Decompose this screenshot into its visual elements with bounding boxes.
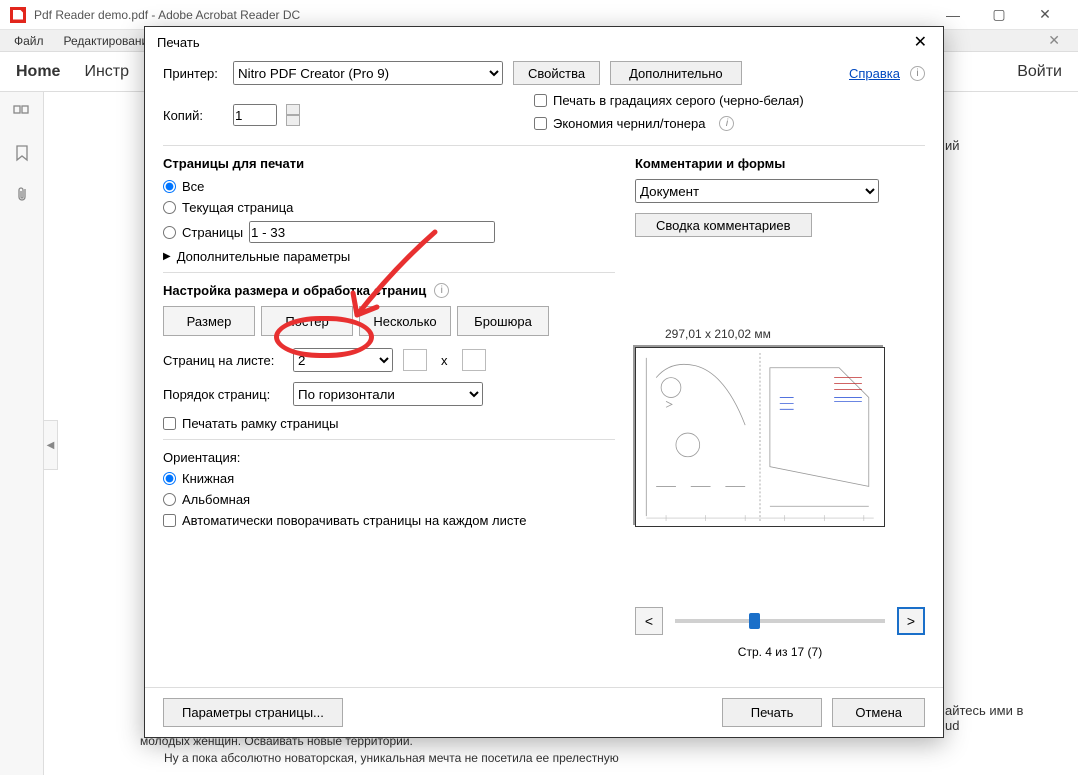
- page-preview: [635, 347, 885, 527]
- page-range-input[interactable]: [249, 221, 495, 243]
- save-ink-checkbox[interactable]: [534, 117, 547, 130]
- save-ink-info-icon[interactable]: i: [719, 116, 734, 131]
- sizing-title: Настройка размера и обработка страниц: [163, 283, 426, 298]
- poster-tab[interactable]: Постер: [261, 306, 353, 336]
- chevron-right-icon: ▶: [163, 251, 171, 262]
- grayscale-label: Печать в градациях серого (черно-белая): [553, 93, 804, 108]
- right-peek-line1: ий: [943, 138, 1078, 153]
- page-order-label: Порядок страниц:: [163, 387, 283, 402]
- printer-select[interactable]: Nitro PDF Creator (Pro 9): [233, 61, 503, 85]
- more-options-label: Дополнительные параметры: [177, 249, 351, 264]
- signin-link[interactable]: Войти: [1017, 63, 1062, 81]
- print-border-label: Печатать рамку страницы: [182, 416, 338, 431]
- app-icon: [10, 7, 26, 23]
- sizing-info-icon[interactable]: i: [434, 283, 449, 298]
- prev-page-button[interactable]: <: [635, 607, 663, 635]
- print-dialog: Печать ✕ Принтер: Nitro PDF Creator (Pro…: [144, 26, 944, 738]
- preview-slider[interactable]: [675, 619, 885, 623]
- save-ink-label: Экономия чернил/тонера: [553, 116, 705, 131]
- auto-rotate-label: Автоматически поворачивать страницы на к…: [182, 513, 526, 528]
- x-separator: x: [441, 353, 448, 368]
- radio-all-label: Все: [182, 179, 204, 194]
- menu-edit[interactable]: Редактировани: [58, 32, 155, 50]
- size-tab[interactable]: Размер: [163, 306, 255, 336]
- portrait-label: Книжная: [182, 471, 234, 486]
- pages-to-print-title: Страницы для печати: [163, 156, 615, 171]
- window-title: Pdf Reader demo.pdf - Adobe Acrobat Read…: [34, 8, 300, 22]
- page-counter: Стр. 4 из 17 (7): [635, 645, 925, 659]
- right-peek-line3: ud: [943, 718, 1078, 733]
- advanced-button[interactable]: Дополнительно: [610, 61, 742, 85]
- cancel-button[interactable]: Отмена: [832, 698, 925, 727]
- dialog-close-button[interactable]: ✕: [910, 28, 931, 56]
- radio-portrait[interactable]: [163, 472, 176, 485]
- collapse-sidebar-icon[interactable]: ◀: [44, 420, 58, 470]
- dialog-title: Печать: [157, 35, 200, 50]
- bookmarks-icon[interactable]: [12, 144, 32, 164]
- custom-rows-input[interactable]: [462, 349, 486, 371]
- auto-rotate-checkbox[interactable]: [163, 514, 176, 527]
- comments-forms-select[interactable]: Документ: [635, 179, 879, 203]
- copies-input[interactable]: [233, 104, 277, 126]
- radio-current-label: Текущая страница: [182, 200, 293, 215]
- multiple-tab[interactable]: Несколько: [359, 306, 451, 336]
- landscape-label: Альбомная: [182, 492, 250, 507]
- properties-button[interactable]: Свойства: [513, 61, 600, 85]
- radio-current-page[interactable]: [163, 201, 176, 214]
- next-page-button[interactable]: >: [897, 607, 925, 635]
- pages-per-sheet-label: Страниц на листе:: [163, 353, 283, 368]
- radio-range-label: Страницы: [182, 225, 243, 240]
- summarize-comments-button[interactable]: Сводка комментариев: [635, 213, 812, 237]
- copies-label: Копий:: [163, 108, 223, 123]
- menu-close-icon[interactable]: ✕: [1038, 32, 1070, 49]
- radio-all-pages[interactable]: [163, 180, 176, 193]
- radio-page-range[interactable]: [163, 226, 176, 239]
- tab-home[interactable]: Home: [16, 55, 60, 89]
- help-info-icon[interactable]: i: [910, 66, 925, 81]
- radio-landscape[interactable]: [163, 493, 176, 506]
- print-border-checkbox[interactable]: [163, 417, 176, 430]
- page-order-select[interactable]: По горизонтали: [293, 382, 483, 406]
- printer-label: Принтер:: [163, 66, 223, 81]
- attachments-icon[interactable]: [12, 184, 32, 204]
- document-text: молодых женщин. Осваивать новые территор…: [140, 733, 619, 767]
- thumbnails-icon[interactable]: [12, 104, 32, 124]
- preview-dimensions: 297,01 x 210,02 мм: [635, 327, 925, 341]
- right-peek-line2: айтесь ими в: [943, 703, 1078, 718]
- custom-cols-input[interactable]: [403, 349, 427, 371]
- help-link[interactable]: Справка: [849, 66, 900, 81]
- orientation-title: Ориентация:: [163, 450, 615, 465]
- maximize-button[interactable]: ▢: [976, 0, 1022, 30]
- tab-tools[interactable]: Инстр: [84, 55, 129, 89]
- page-setup-button[interactable]: Параметры страницы...: [163, 698, 343, 727]
- grayscale-checkbox[interactable]: [534, 94, 547, 107]
- comments-forms-title: Комментарии и формы: [635, 156, 925, 171]
- close-window-button[interactable]: ✕: [1022, 0, 1068, 30]
- copies-spinner[interactable]: [286, 104, 300, 126]
- menu-file[interactable]: Файл: [8, 32, 50, 50]
- more-options-toggle[interactable]: ▶ Дополнительные параметры: [163, 249, 615, 264]
- slider-thumb[interactable]: [749, 613, 760, 629]
- booklet-tab[interactable]: Брошюра: [457, 306, 549, 336]
- pages-per-sheet-select[interactable]: 2: [293, 348, 393, 372]
- print-button[interactable]: Печать: [722, 698, 823, 727]
- right-panel: ий айтесь ими в ud Подробнее: [943, 92, 1078, 735]
